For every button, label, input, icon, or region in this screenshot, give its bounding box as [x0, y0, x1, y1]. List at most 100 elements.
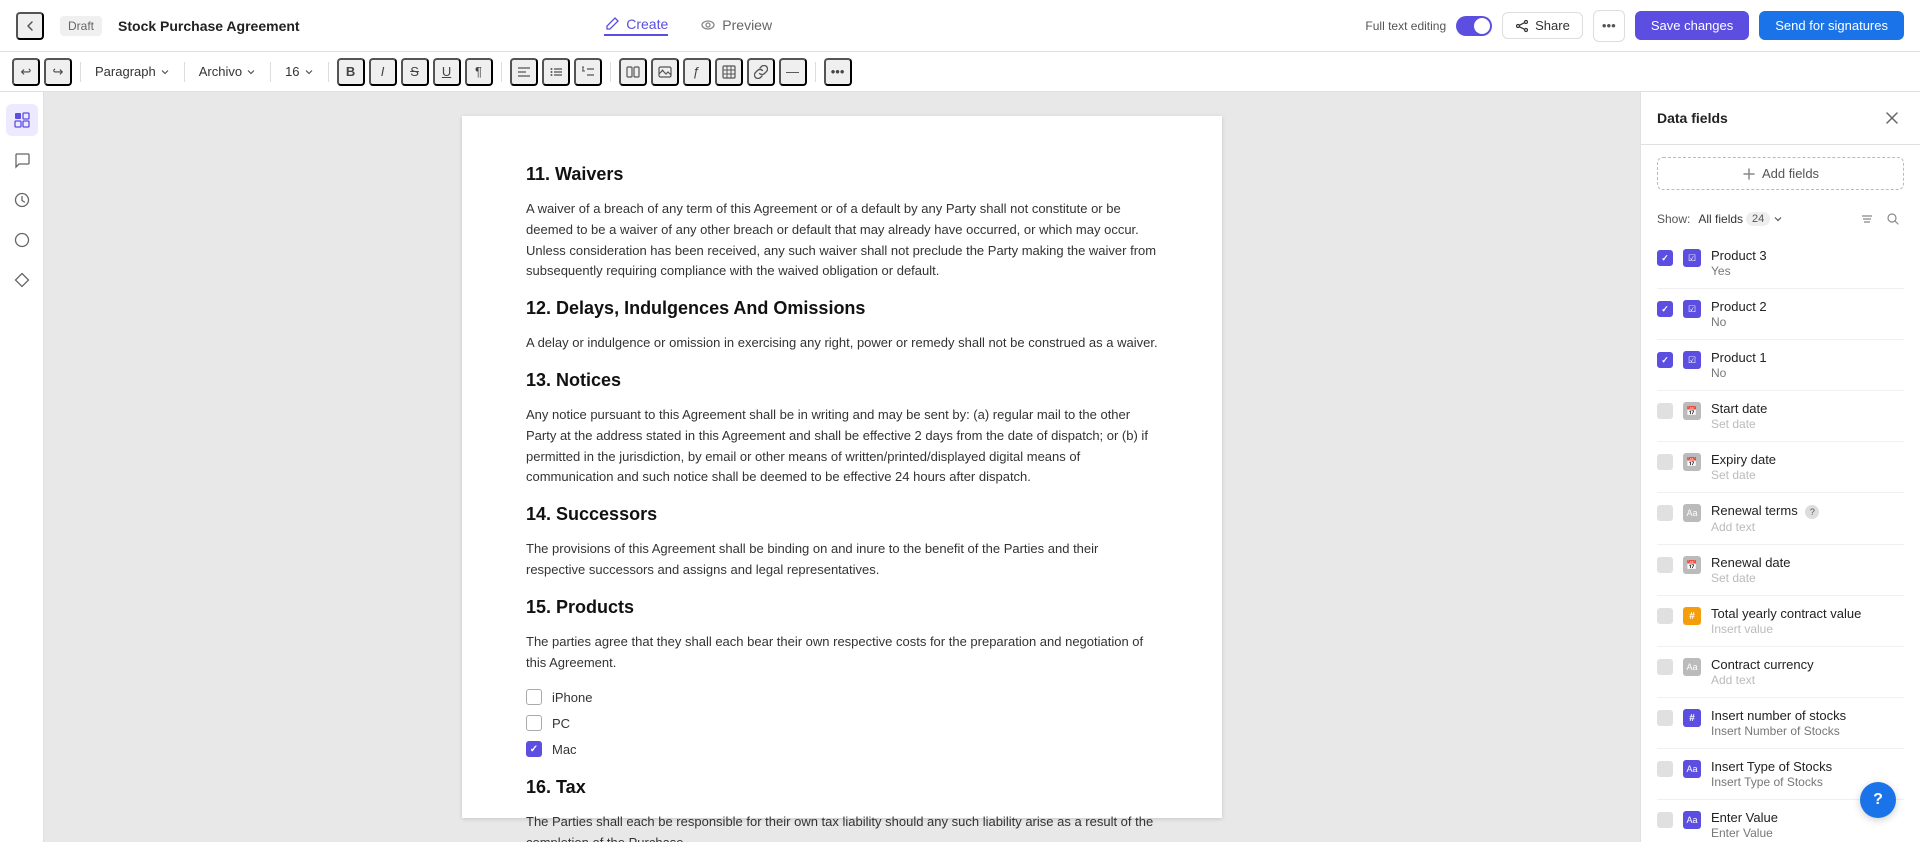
filter-search-button[interactable]: [1882, 208, 1904, 230]
field-numstocks-value: Insert Number of Stocks: [1711, 724, 1904, 738]
field-renewaldate[interactable]: 📅 Renewal date Set date: [1641, 547, 1920, 593]
field-expirydate-checkbox[interactable]: [1657, 454, 1673, 470]
field-expirydate-info: Expiry date Set date: [1711, 452, 1904, 482]
link-button[interactable]: [747, 58, 775, 86]
field-currency-checkbox[interactable]: [1657, 659, 1673, 675]
ordered-list-button[interactable]: [574, 58, 602, 86]
field-numstocks-type-icon: #: [1683, 709, 1701, 727]
font-size-dropdown[interactable]: 16: [279, 61, 319, 82]
align-icon: [517, 65, 531, 79]
field-totalyearly[interactable]: # Total yearly contract value Insert val…: [1641, 598, 1920, 644]
section-11-title: 11. Waivers: [526, 164, 1158, 185]
add-fields-button[interactable]: Add fields: [1657, 157, 1904, 190]
field-product2[interactable]: ☑ Product 2 No: [1641, 291, 1920, 337]
filter-value-dropdown[interactable]: All fields 24: [1698, 212, 1783, 226]
field-product1[interactable]: ☑ Product 1 No: [1641, 342, 1920, 388]
field-numstocks-checkbox[interactable]: [1657, 710, 1673, 726]
field-product3-value: Yes: [1711, 264, 1904, 278]
add-icon: [1742, 167, 1756, 181]
field-typestocks-checkbox[interactable]: [1657, 761, 1673, 777]
more-tools-button[interactable]: •••: [824, 58, 852, 86]
more-options-button[interactable]: •••: [1593, 10, 1625, 42]
checkbox-iphone-box[interactable]: [526, 689, 542, 705]
bullet-list-button[interactable]: [542, 58, 570, 86]
hr-button[interactable]: —: [779, 58, 807, 86]
checkbox-pc[interactable]: PC: [526, 715, 1158, 731]
paragraph-style-dropdown[interactable]: Paragraph: [89, 61, 176, 82]
field-divider-1: [1657, 288, 1904, 289]
comments-sidebar-btn[interactable]: [6, 144, 38, 176]
field-numstocks[interactable]: # Insert number of stocks Insert Number …: [1641, 700, 1920, 746]
field-currency[interactable]: Aa Contract currency Add text: [1641, 649, 1920, 695]
italic-button[interactable]: I: [369, 58, 397, 86]
pilcrow-button[interactable]: ¶: [465, 58, 493, 86]
image-button[interactable]: [651, 58, 679, 86]
shapes-sidebar-btn[interactable]: [6, 264, 38, 296]
field-renewalterms-value: Add text: [1711, 520, 1904, 534]
field-product2-checkbox[interactable]: [1657, 301, 1673, 317]
field-totalyearly-type-icon: #: [1683, 607, 1701, 625]
section-15-para-1: The parties agree that they shall each b…: [526, 632, 1158, 674]
font-family-dropdown[interactable]: Archivo: [193, 61, 262, 82]
filter-show-label: Show:: [1657, 212, 1690, 226]
toolbar-separator-4: [328, 62, 329, 82]
fields-list: ☑ Product 3 Yes ☑ Product 2 No: [1641, 240, 1920, 842]
field-typestocks-name: Insert Type of Stocks: [1711, 759, 1904, 774]
filter-sort-button[interactable]: [1856, 208, 1878, 230]
undo-button[interactable]: ↩: [12, 58, 40, 86]
full-text-toggle[interactable]: [1456, 16, 1492, 36]
underline-button[interactable]: U: [433, 58, 461, 86]
field-product1-value: No: [1711, 366, 1904, 380]
nav-right: Full text editing Share ••• Save changes…: [1365, 10, 1904, 42]
checkbox-mac[interactable]: Mac: [526, 741, 1158, 757]
panel-filter-row: Show: All fields 24: [1641, 202, 1920, 240]
field-currency-info: Contract currency Add text: [1711, 657, 1904, 687]
filter-count-badge: 24: [1746, 212, 1770, 226]
toolbar-separator-2: [184, 62, 185, 82]
field-product3-checkbox[interactable]: [1657, 250, 1673, 266]
comment-icon: [13, 151, 31, 169]
field-product3[interactable]: ☑ Product 3 Yes: [1641, 240, 1920, 286]
field-startdate[interactable]: 📅 Start date Set date: [1641, 393, 1920, 439]
field-divider-9: [1657, 697, 1904, 698]
panel-close-button[interactable]: [1880, 106, 1904, 130]
field-renewalterms-checkbox[interactable]: [1657, 505, 1673, 521]
quote-icon: [626, 65, 640, 79]
tab-preview[interactable]: Preview: [700, 17, 772, 35]
field-typestocks-type-icon: Aa: [1683, 760, 1701, 778]
field-startdate-checkbox[interactable]: [1657, 403, 1673, 419]
checkbox-iphone[interactable]: iPhone: [526, 689, 1158, 705]
data-fields-sidebar-btn[interactable]: [6, 104, 38, 136]
back-button[interactable]: [16, 12, 44, 40]
checkbox-pc-box[interactable]: [526, 715, 542, 731]
quote-button[interactable]: [619, 58, 647, 86]
send-signatures-button[interactable]: Send for signatures: [1759, 11, 1904, 40]
field-entervalue-checkbox[interactable]: [1657, 812, 1673, 828]
field-startdate-info: Start date Set date: [1711, 401, 1904, 431]
formula-button[interactable]: ƒ: [683, 58, 711, 86]
share-button[interactable]: Share: [1502, 12, 1583, 39]
field-product2-name: Product 2: [1711, 299, 1904, 314]
history-sidebar-btn[interactable]: [6, 184, 38, 216]
ordered-list-icon: [581, 65, 595, 79]
checkbox-mac-box[interactable]: [526, 741, 542, 757]
field-product2-info: Product 2 No: [1711, 299, 1904, 329]
activity-sidebar-btn[interactable]: [6, 224, 38, 256]
field-expirydate[interactable]: 📅 Expiry date Set date: [1641, 444, 1920, 490]
field-renewaldate-checkbox[interactable]: [1657, 557, 1673, 573]
save-changes-button[interactable]: Save changes: [1635, 11, 1749, 40]
help-button[interactable]: ?: [1860, 782, 1896, 818]
bold-button[interactable]: B: [337, 58, 365, 86]
strikethrough-button[interactable]: S: [401, 58, 429, 86]
redo-button[interactable]: ↪: [44, 58, 72, 86]
fields-icon: [13, 111, 31, 129]
table-button[interactable]: [715, 58, 743, 86]
tab-create[interactable]: Create: [604, 16, 668, 36]
field-product1-checkbox[interactable]: [1657, 352, 1673, 368]
field-entervalue-value: Enter Value: [1711, 826, 1904, 840]
align-button[interactable]: [510, 58, 538, 86]
field-startdate-value: Set date: [1711, 417, 1904, 431]
field-totalyearly-checkbox[interactable]: [1657, 608, 1673, 624]
field-renewalterms[interactable]: Aa Renewal terms ? Add text: [1641, 495, 1920, 542]
field-renewalterms-type-icon: Aa: [1683, 504, 1701, 522]
